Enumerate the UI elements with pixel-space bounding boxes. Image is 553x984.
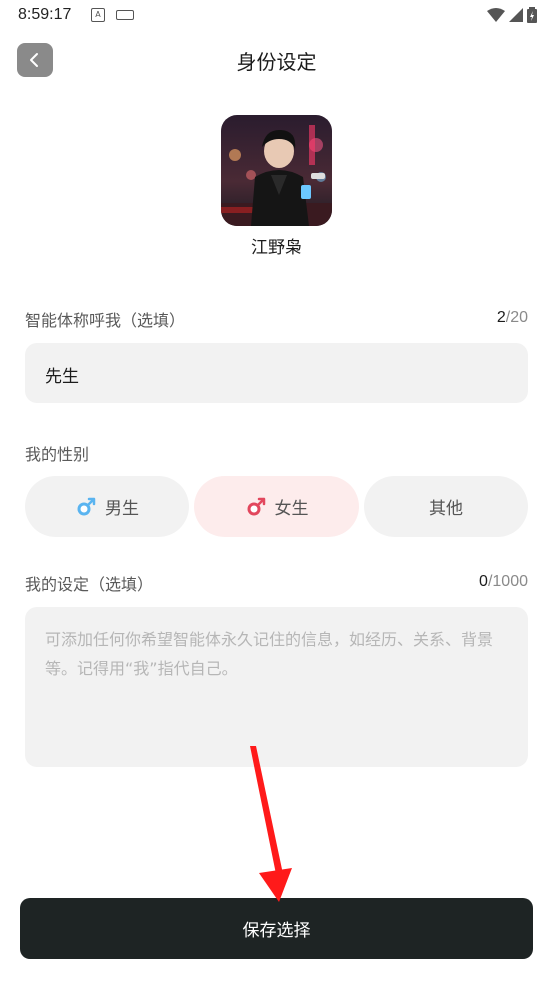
gender-option-female[interactable]: 女生 bbox=[194, 476, 359, 537]
save-button-label: 保存选择 bbox=[242, 921, 311, 941]
gender-option-label: 其他 bbox=[429, 499, 463, 519]
gender-option-label: 女生 bbox=[274, 499, 309, 519]
signal-icon bbox=[509, 8, 523, 22]
gender-option-label: 男生 bbox=[105, 499, 139, 519]
setting-textarea[interactable]: 可添加任何你希望智能体永久记住的信息，如经历、关系、背景等。记得用“我”指代自己… bbox=[25, 607, 528, 767]
setting-label: 我的设定（选填） bbox=[25, 575, 154, 594]
female-symbol-icon bbox=[247, 497, 265, 515]
nickname-count: 2 bbox=[496, 309, 506, 326]
gender-option-male[interactable]: 男生 bbox=[25, 476, 189, 537]
setting-count: 0 bbox=[479, 573, 488, 590]
setting-placeholder: 可添加任何你希望智能体永久记住的信息，如经历、关系、背景等。记得用“我”指代自己… bbox=[45, 630, 494, 678]
notification-a-icon: A bbox=[91, 8, 105, 22]
male-symbol-icon bbox=[77, 497, 96, 515]
nickname-max: /20 bbox=[505, 309, 528, 326]
nickname-label: 智能体称呼我（选填） bbox=[25, 311, 186, 330]
status-icons bbox=[487, 6, 537, 24]
gender-option-other[interactable]: 其他 bbox=[364, 476, 528, 537]
status-time: 8:59:17 bbox=[18, 6, 72, 23]
battery-icon bbox=[527, 7, 537, 23]
wifi-icon bbox=[487, 8, 505, 22]
character-name: 江野枭 bbox=[251, 238, 302, 258]
setting-max: /1000 bbox=[487, 573, 528, 590]
gender-label: 我的性别 bbox=[25, 445, 90, 464]
setting-counter: 0/1000 bbox=[479, 573, 528, 591]
nickname-counter: 2/20 bbox=[497, 309, 528, 327]
page-title: 身份设定 bbox=[236, 50, 317, 74]
keyboard-icon bbox=[116, 10, 134, 20]
nickname-value: 先生 bbox=[45, 367, 79, 387]
nickname-input[interactable]: 先生 bbox=[25, 343, 528, 403]
save-button[interactable]: 保存选择 bbox=[20, 898, 533, 959]
character-avatar bbox=[221, 115, 332, 226]
status-bar: 8:59:17 A bbox=[0, 0, 553, 30]
